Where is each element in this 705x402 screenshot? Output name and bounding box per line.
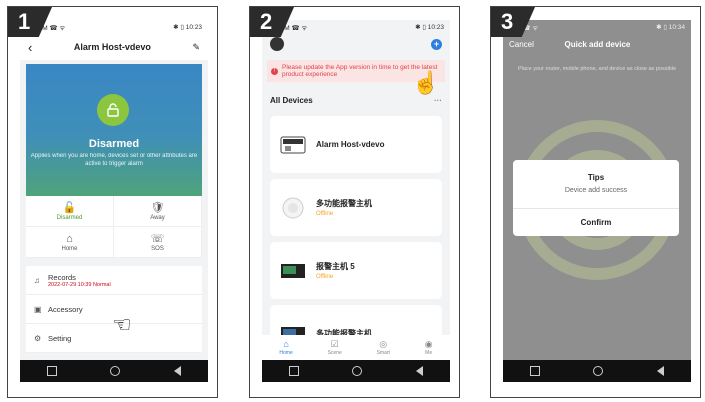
home-icon: ⌂ bbox=[66, 232, 73, 245]
confirm-button[interactable]: Confirm bbox=[513, 208, 679, 236]
mode-home[interactable]: ⌂ Home bbox=[26, 227, 114, 258]
pointing-hand-icon: ☜ bbox=[112, 312, 132, 337]
mode-label: SOS bbox=[151, 245, 164, 252]
top-bar: + bbox=[262, 34, 450, 54]
shield-icon: 🛡 bbox=[150, 201, 165, 214]
records-subtitle: 2022-07-29 10:39 Normal bbox=[48, 281, 111, 288]
menu-list: ♫ Records 2022-07-29 10:39 Normal ▣ Acce… bbox=[26, 266, 202, 353]
alarm-panel-icon bbox=[281, 263, 305, 278]
panel-3: 3 SIM ☎ ᯤ ✱ ▯ 10:34 Cancel Quick add dev… bbox=[490, 6, 701, 398]
mode-sos[interactable]: ☏ SOS bbox=[114, 227, 202, 258]
recents-icon[interactable] bbox=[288, 366, 299, 376]
accessory-label: Accessory bbox=[48, 304, 83, 314]
records-label: Records bbox=[48, 272, 76, 282]
instruction-text: Place your router, mobile phone, and dev… bbox=[517, 66, 677, 72]
status-right: ✱ ▯ 10:23 bbox=[173, 24, 202, 31]
device-name: 多功能报警主机 bbox=[316, 199, 372, 208]
phone-screen-2: No SIM ☎ ᯤ ✱ ▯ 10:23 + ! Please update t… bbox=[262, 20, 450, 382]
header: Cancel Quick add device bbox=[503, 34, 691, 54]
dialog-title: Tips bbox=[587, 173, 605, 182]
system-nav-bar bbox=[262, 360, 450, 382]
add-device-icon[interactable]: + bbox=[431, 38, 442, 50]
mode-disarmed[interactable]: 🔓 Disarmed bbox=[26, 196, 114, 227]
tab-label: Me bbox=[425, 350, 433, 356]
tab-label: Home bbox=[279, 350, 293, 356]
alarm-status: Disarmed bbox=[88, 138, 140, 150]
scene-icon: ☑ bbox=[330, 339, 339, 349]
back-nav-icon[interactable] bbox=[416, 366, 424, 376]
back-icon[interactable]: ‹ bbox=[28, 40, 32, 55]
alarm-description: Applies when you are home, devices set o… bbox=[30, 153, 198, 167]
bell-icon: ♫ bbox=[34, 275, 40, 285]
tab-label: Smart bbox=[376, 350, 390, 356]
status-right: ✱ ▯ 10:23 bbox=[415, 24, 444, 31]
device-name: Alarm Host-vdevo bbox=[316, 140, 385, 149]
accessory-icon: ▣ bbox=[34, 304, 42, 314]
back-nav-icon[interactable] bbox=[174, 366, 182, 376]
system-nav-bar bbox=[20, 360, 208, 382]
alert-icon: ! bbox=[271, 67, 278, 75]
section-title: All Devices bbox=[270, 95, 313, 105]
mode-grid: 🔓 Disarmed 🛡 Away ⌂ Home ☏ SOS bbox=[26, 196, 202, 258]
panel-2: 2 No SIM ☎ ᯤ ✱ ▯ 10:23 + ! Please update… bbox=[249, 6, 460, 398]
sos-icon: ☏ bbox=[150, 232, 165, 245]
more-icon[interactable]: ··· bbox=[434, 96, 442, 105]
tab-scene[interactable]: ☑ Scene bbox=[328, 339, 342, 356]
edit-icon[interactable]: ✎ bbox=[192, 42, 200, 53]
me-icon: ◉ bbox=[424, 339, 433, 349]
cancel-button[interactable]: Cancel bbox=[509, 40, 534, 49]
system-nav-bar bbox=[503, 360, 691, 382]
back-nav-icon[interactable] bbox=[657, 366, 665, 376]
phone-screen-1: No SIM ☎ ᯤ ✱ ▯ 10:23 ‹ Alarm Host-vdevo … bbox=[20, 20, 208, 382]
panel-1: 1 No SIM ☎ ᯤ ✱ ▯ 10:23 ‹ Alarm Host-vdev… bbox=[7, 6, 218, 398]
device-name: 报警主机 5 bbox=[316, 262, 355, 271]
mode-label: Disarmed bbox=[56, 214, 83, 221]
unlock-icon: 🔓 bbox=[62, 201, 77, 214]
page-title: Quick add device bbox=[564, 39, 631, 49]
device-card[interactable]: 多功能报警主机 Offline bbox=[270, 179, 442, 236]
records-item[interactable]: ♫ Records 2022-07-29 10:39 Normal bbox=[26, 266, 202, 295]
device-card[interactable]: Alarm Host-vdevo bbox=[270, 116, 442, 173]
tips-dialog: Tips Device add success Confirm bbox=[513, 160, 679, 236]
device-card[interactable]: 报警主机 5 Offline bbox=[270, 242, 442, 299]
home-icon: ⌂ bbox=[283, 339, 289, 349]
bottom-tab-bar: ⌂ Home ☑ Scene ◎ Smart ◉ Me bbox=[262, 335, 450, 360]
tab-smart[interactable]: ◎ Smart bbox=[377, 339, 390, 356]
status-bar: No SIM ☎ ᯤ ✱ ▯ 10:23 bbox=[20, 20, 208, 34]
status-bar: No SIM ☎ ᯤ ✱ ▯ 10:23 bbox=[262, 20, 450, 34]
device-status: Offline bbox=[316, 211, 334, 217]
recents-icon[interactable] bbox=[529, 366, 540, 376]
mode-label: Home bbox=[61, 245, 78, 252]
dialog-message: Device add success bbox=[564, 187, 628, 194]
status-right: ✱ ▯ 10:34 bbox=[656, 24, 685, 31]
tab-me[interactable]: ◉ Me bbox=[425, 339, 433, 356]
smoke-sensor-icon bbox=[282, 197, 304, 218]
alarm-panel-icon bbox=[280, 136, 306, 153]
setting-label: Setting bbox=[48, 333, 72, 343]
pointing-hand-icon: ☝ bbox=[412, 70, 440, 95]
gear-icon: ⚙ bbox=[34, 333, 42, 343]
page-title: Alarm Host-vdevo bbox=[73, 42, 151, 52]
status-bar: SIM ☎ ᯤ ✱ ▯ 10:34 bbox=[503, 20, 691, 34]
avatar[interactable] bbox=[270, 37, 284, 51]
phone-screen-3: SIM ☎ ᯤ ✱ ▯ 10:34 Cancel Quick add devic… bbox=[503, 20, 691, 382]
home-button-icon[interactable] bbox=[352, 366, 363, 376]
mode-away[interactable]: 🛡 Away bbox=[114, 196, 202, 227]
lock-icon[interactable] bbox=[97, 94, 129, 126]
recents-icon[interactable] bbox=[46, 366, 57, 376]
tab-home[interactable]: ⌂ Home bbox=[279, 339, 292, 356]
home-button-icon[interactable] bbox=[593, 366, 604, 376]
tab-label: Scene bbox=[327, 350, 342, 356]
alarm-status-card: Disarmed Applies when you are home, devi… bbox=[26, 64, 202, 196]
device-status: Offline bbox=[316, 274, 334, 280]
header: ‹ Alarm Host-vdevo ✎ bbox=[20, 34, 208, 60]
mode-label: Away bbox=[150, 214, 165, 221]
smart-icon: ◎ bbox=[379, 339, 388, 349]
home-button-icon[interactable] bbox=[110, 366, 121, 376]
